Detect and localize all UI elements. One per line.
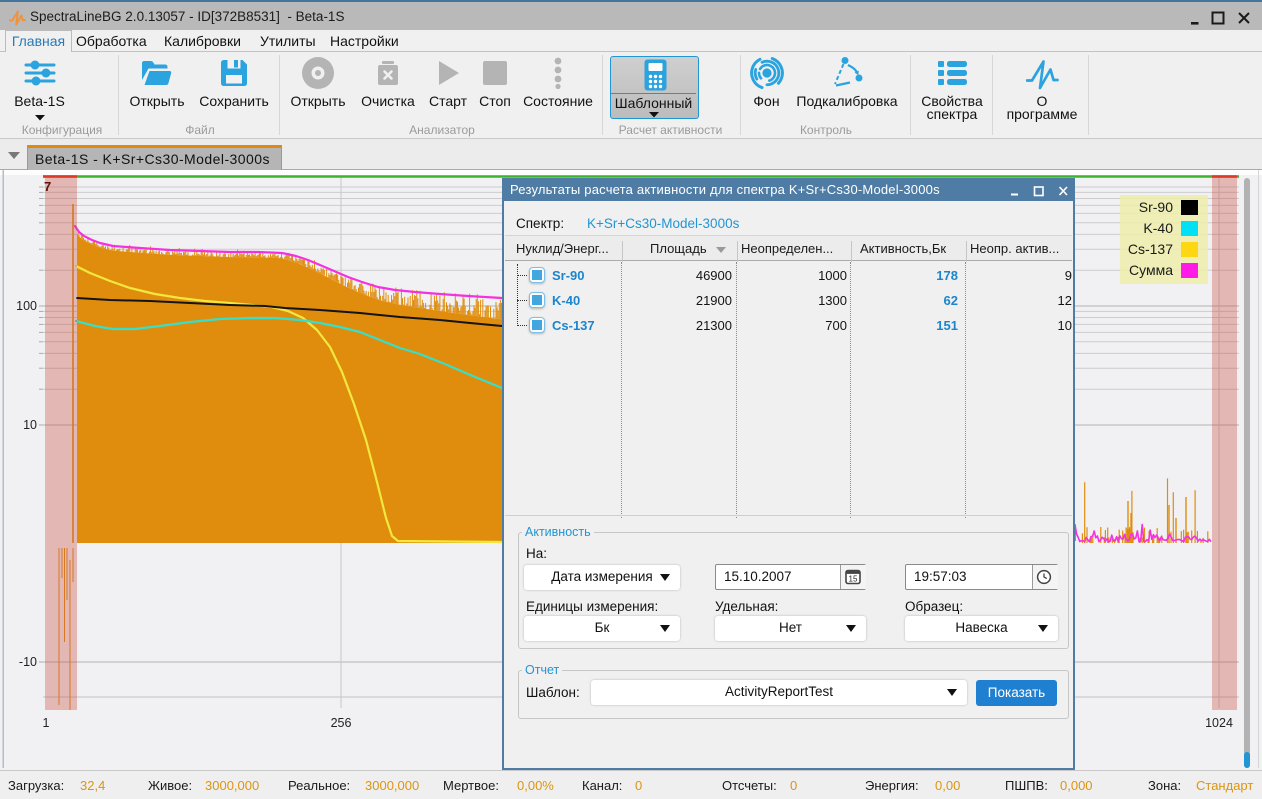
svg-text:256: 256 (331, 716, 352, 730)
svg-text:7: 7 (44, 179, 51, 194)
svg-text:1: 1 (43, 716, 50, 730)
svg-text:10: 10 (23, 418, 37, 432)
svg-text:K-40: K-40 (1143, 220, 1173, 236)
svg-text:Sr-90: Sr-90 (1139, 199, 1173, 215)
svg-text:-10: -10 (19, 655, 37, 669)
svg-text:15: 15 (849, 575, 858, 584)
svg-text:Cs-137: Cs-137 (1128, 241, 1173, 257)
svg-text:1024: 1024 (1205, 716, 1233, 730)
svg-text:100: 100 (16, 299, 37, 313)
svg-text:Сумма: Сумма (1129, 262, 1173, 278)
